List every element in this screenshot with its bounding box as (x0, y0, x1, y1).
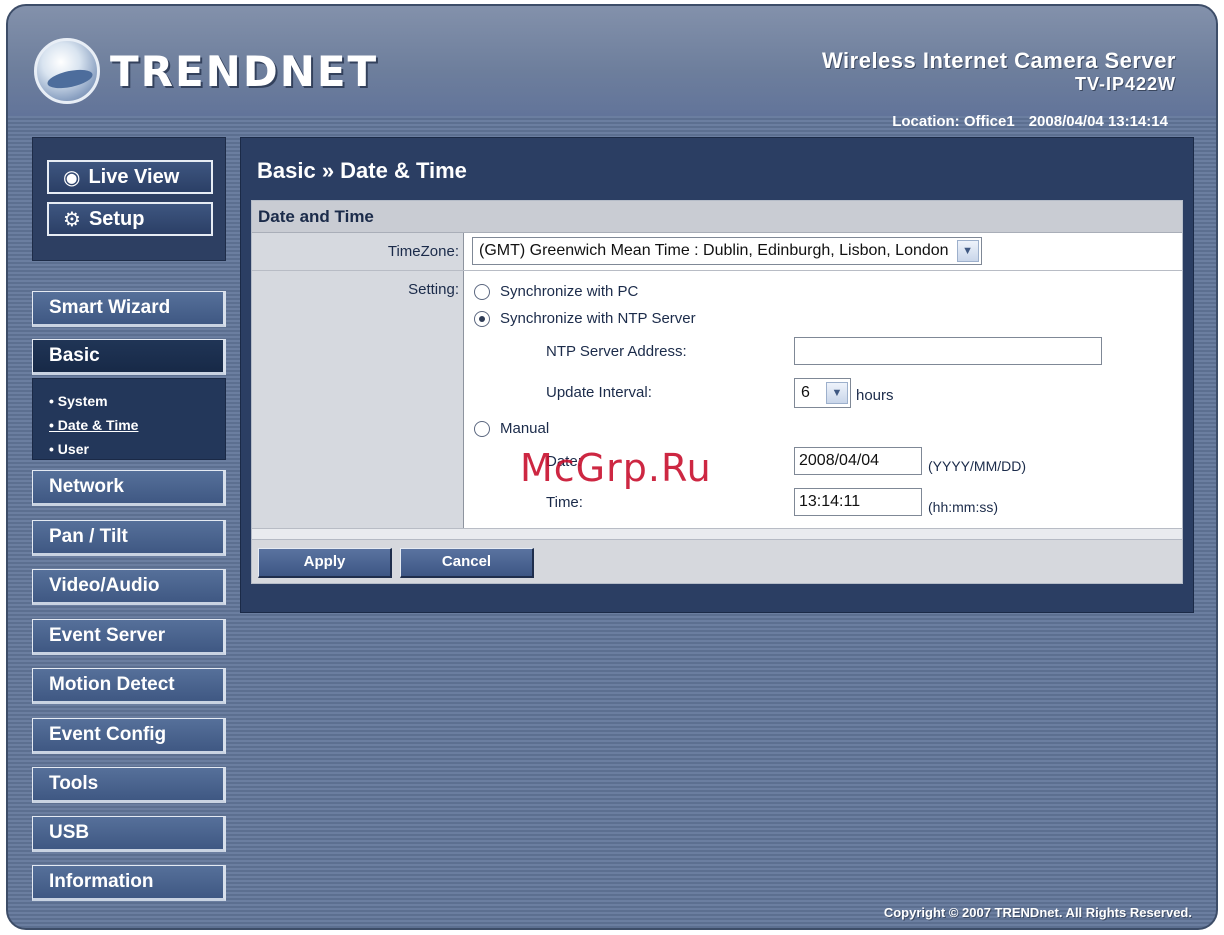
copyright: Copyright © 2007 TRENDnet. All Rights Re… (883, 905, 1192, 920)
radio-sync-ntp[interactable] (474, 310, 490, 327)
setting-row: Setting: Synchronize with PC Synchronize… (252, 271, 1182, 529)
chevron-down-icon[interactable]: ▼ (956, 240, 979, 262)
option-manual-label: Manual (500, 420, 550, 437)
option-sync-pc-label: Synchronize with PC (500, 283, 639, 300)
datetime-text: 2008/04/04 13:14:14 (1028, 113, 1168, 130)
live-view-button[interactable]: ◉ Live View (47, 160, 213, 194)
nav-information[interactable]: Information (32, 865, 226, 901)
time-label: Time: (546, 494, 583, 511)
basic-subnav: • System • Date & Time • User (32, 378, 226, 460)
apply-button[interactable]: Apply (258, 548, 392, 578)
live-view-label: Live View (88, 165, 180, 188)
time-format-hint: (hh:mm:ss) (928, 499, 998, 515)
date-input[interactable] (794, 447, 922, 475)
setting-label: Setting: (252, 271, 464, 528)
option-sync-ntp[interactable]: Synchronize with NTP Server (474, 310, 696, 327)
option-sync-pc[interactable]: Synchronize with PC (474, 283, 638, 300)
timezone-cell: (GMT) Greenwich Mean Time : Dublin, Edin… (464, 233, 1182, 270)
nav-pan-tilt[interactable]: Pan / Tilt (32, 520, 226, 556)
timezone-value: (GMT) Greenwich Mean Time : Dublin, Edin… (479, 242, 949, 259)
ntp-address-label: NTP Server Address: (546, 343, 687, 360)
chevron-down-icon[interactable]: ▼ (825, 382, 848, 404)
option-manual[interactable]: Manual (474, 420, 549, 437)
nav-smart-wizard[interactable]: Smart Wizard (32, 291, 226, 327)
ntp-address-input[interactable] (794, 337, 1102, 365)
nav-basic[interactable]: Basic (32, 339, 226, 375)
date-format-hint: (YYYY/MM/DD) (928, 458, 1026, 474)
gear-icon: ⚙ (63, 208, 81, 231)
settings-form: Date and Time TimeZone: (GMT) Greenwich … (251, 200, 1183, 584)
subnav-date-time[interactable]: • Date & Time (49, 413, 225, 437)
subnav-system[interactable]: • System (49, 389, 225, 413)
product-info: Wireless Internet Camera Server TV-IP422… (822, 48, 1176, 95)
radio-manual[interactable] (474, 420, 490, 437)
subnav-user[interactable]: • User (49, 437, 225, 461)
nav-network[interactable]: Network (32, 470, 226, 506)
trendnet-logo-icon (34, 38, 100, 104)
timezone-row: TimeZone: (GMT) Greenwich Mean Time : Du… (252, 233, 1182, 271)
cancel-button[interactable]: Cancel (400, 548, 534, 578)
option-sync-ntp-label: Synchronize with NTP Server (500, 310, 696, 327)
timezone-label: TimeZone: (252, 233, 464, 270)
nav-motion-detect[interactable]: Motion Detect (32, 668, 226, 704)
nav-usb[interactable]: USB (32, 816, 226, 852)
timezone-select[interactable]: (GMT) Greenwich Mean Time : Dublin, Edin… (472, 237, 982, 265)
setup-button[interactable]: ⚙ Setup (47, 202, 213, 236)
nav-tools[interactable]: Tools (32, 767, 226, 803)
page-title: Basic » Date & Time (257, 158, 467, 183)
brand-logo: TRENDNET (34, 34, 378, 108)
view-switcher: ◉ Live View ⚙ Setup (32, 137, 226, 261)
product-model: TV-IP422W (1074, 74, 1176, 94)
eye-icon: ◉ (63, 166, 81, 189)
brand-name: TRENDNET (110, 46, 379, 96)
setup-label: Setup (88, 207, 145, 230)
main-panel: Basic » Date & Time Date and Time TimeZo… (240, 137, 1194, 613)
radio-sync-pc[interactable] (474, 283, 490, 300)
update-interval-value: 6 (801, 384, 810, 401)
update-interval-label: Update Interval: (546, 384, 652, 401)
time-input[interactable] (794, 488, 922, 516)
status-bar: Location: Office1 2008/04/04 13:14:14 (878, 113, 1168, 130)
nav-event-server[interactable]: Event Server (32, 619, 226, 655)
update-interval-select[interactable]: 6 ▼ (794, 378, 851, 408)
nav-event-config[interactable]: Event Config (32, 718, 226, 754)
section-title: Date and Time (252, 201, 1182, 233)
product-title: Wireless Internet Camera Server (821, 48, 1176, 73)
nav-video-audio[interactable]: Video/Audio (32, 569, 226, 605)
update-interval-unit: hours (856, 387, 894, 404)
location-text: Location: Office1 (892, 113, 1015, 130)
action-bar: Apply Cancel (252, 539, 1182, 583)
watermark: McGrp.Ru (520, 446, 712, 490)
